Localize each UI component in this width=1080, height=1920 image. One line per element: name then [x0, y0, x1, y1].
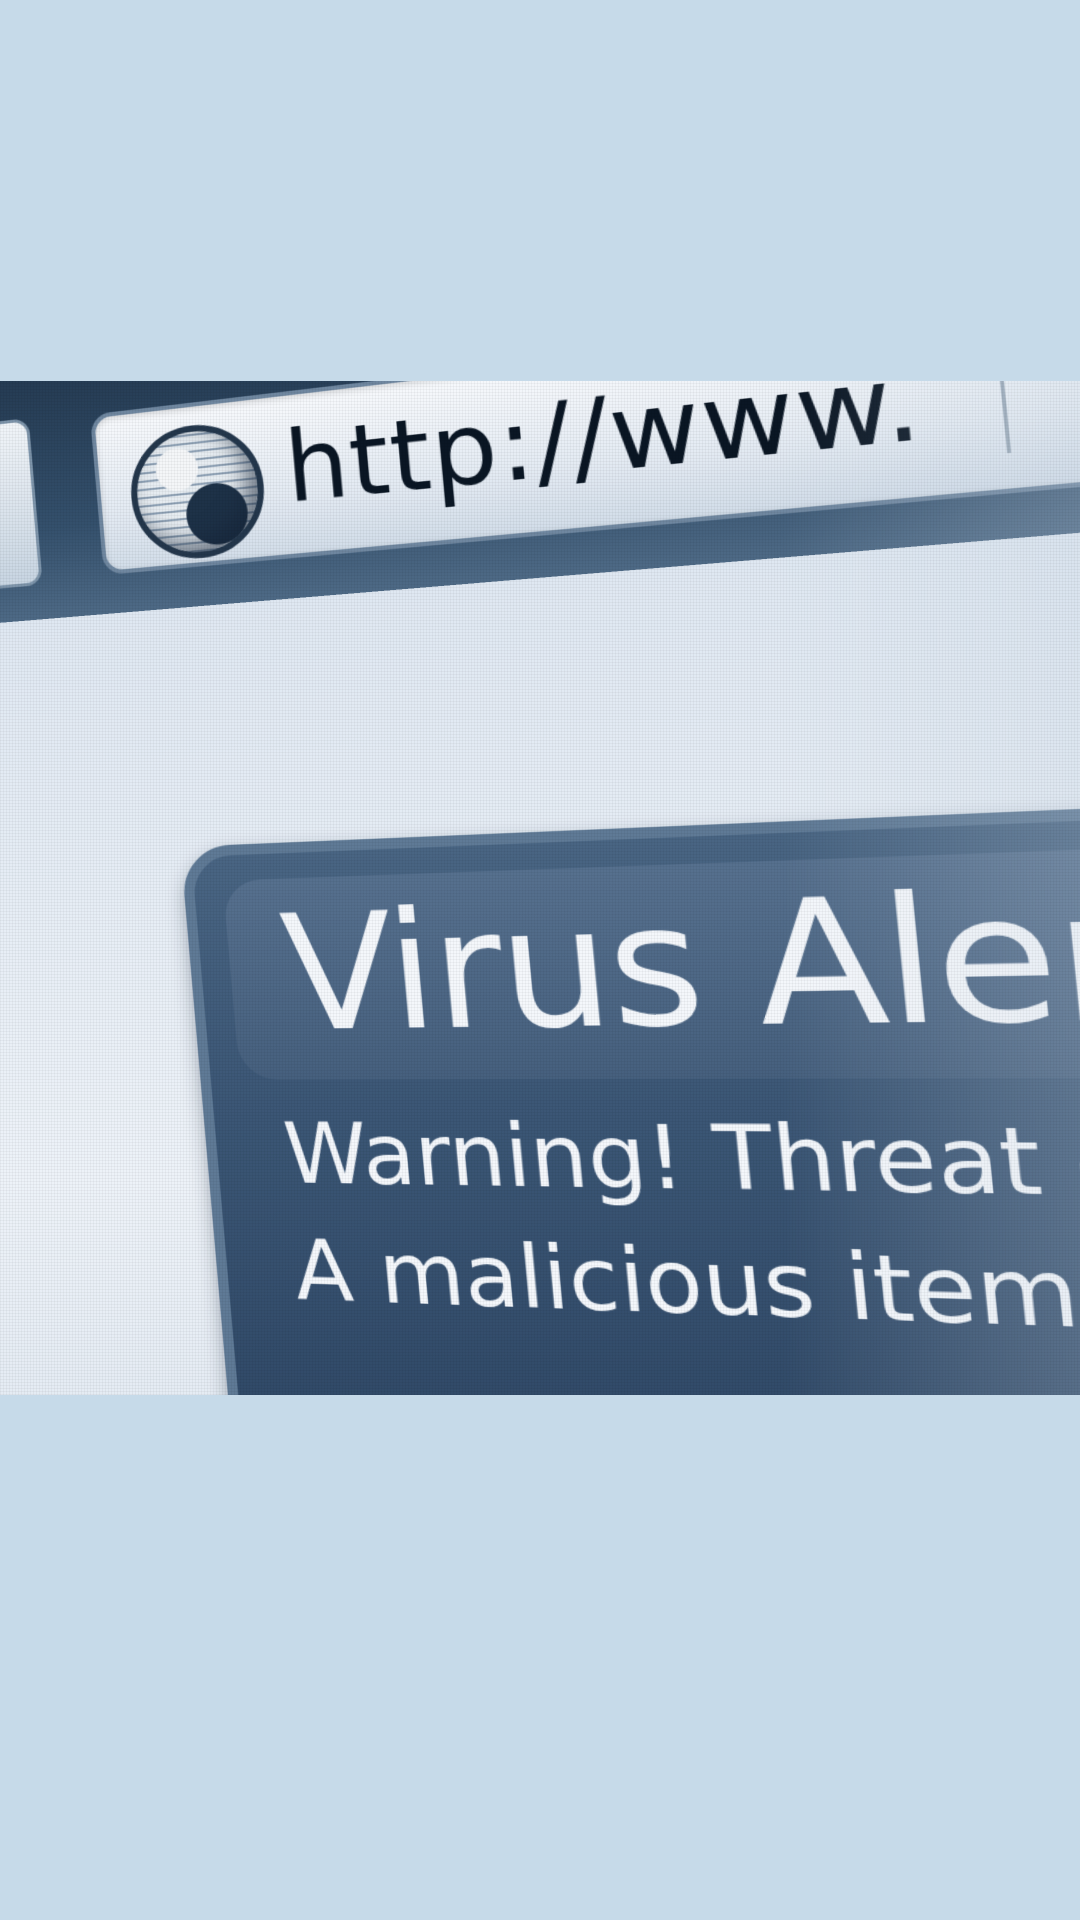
page: http://www. Virus Alert! Warning! Threat… — [0, 0, 1080, 1920]
text-cursor — [995, 381, 1012, 454]
browser-screen: http://www. Virus Alert! Warning! Threat… — [0, 381, 1080, 1395]
alert-warning-line: Warning! Threat detected! — [280, 1107, 1080, 1228]
alert-title: Virus Alert! — [275, 847, 1080, 1067]
alert-header: Virus Alert! — [222, 819, 1080, 1080]
alert-detail-line: A malicious item has been dete — [290, 1223, 1080, 1385]
virus-alert-box: Virus Alert! Warning! Threat detected! A… — [180, 772, 1080, 1395]
virus-alert-photo: http://www. Virus Alert! Warning! Threat… — [0, 381, 1080, 1395]
globe-icon — [125, 417, 270, 564]
url-text: http://www. — [280, 381, 928, 526]
